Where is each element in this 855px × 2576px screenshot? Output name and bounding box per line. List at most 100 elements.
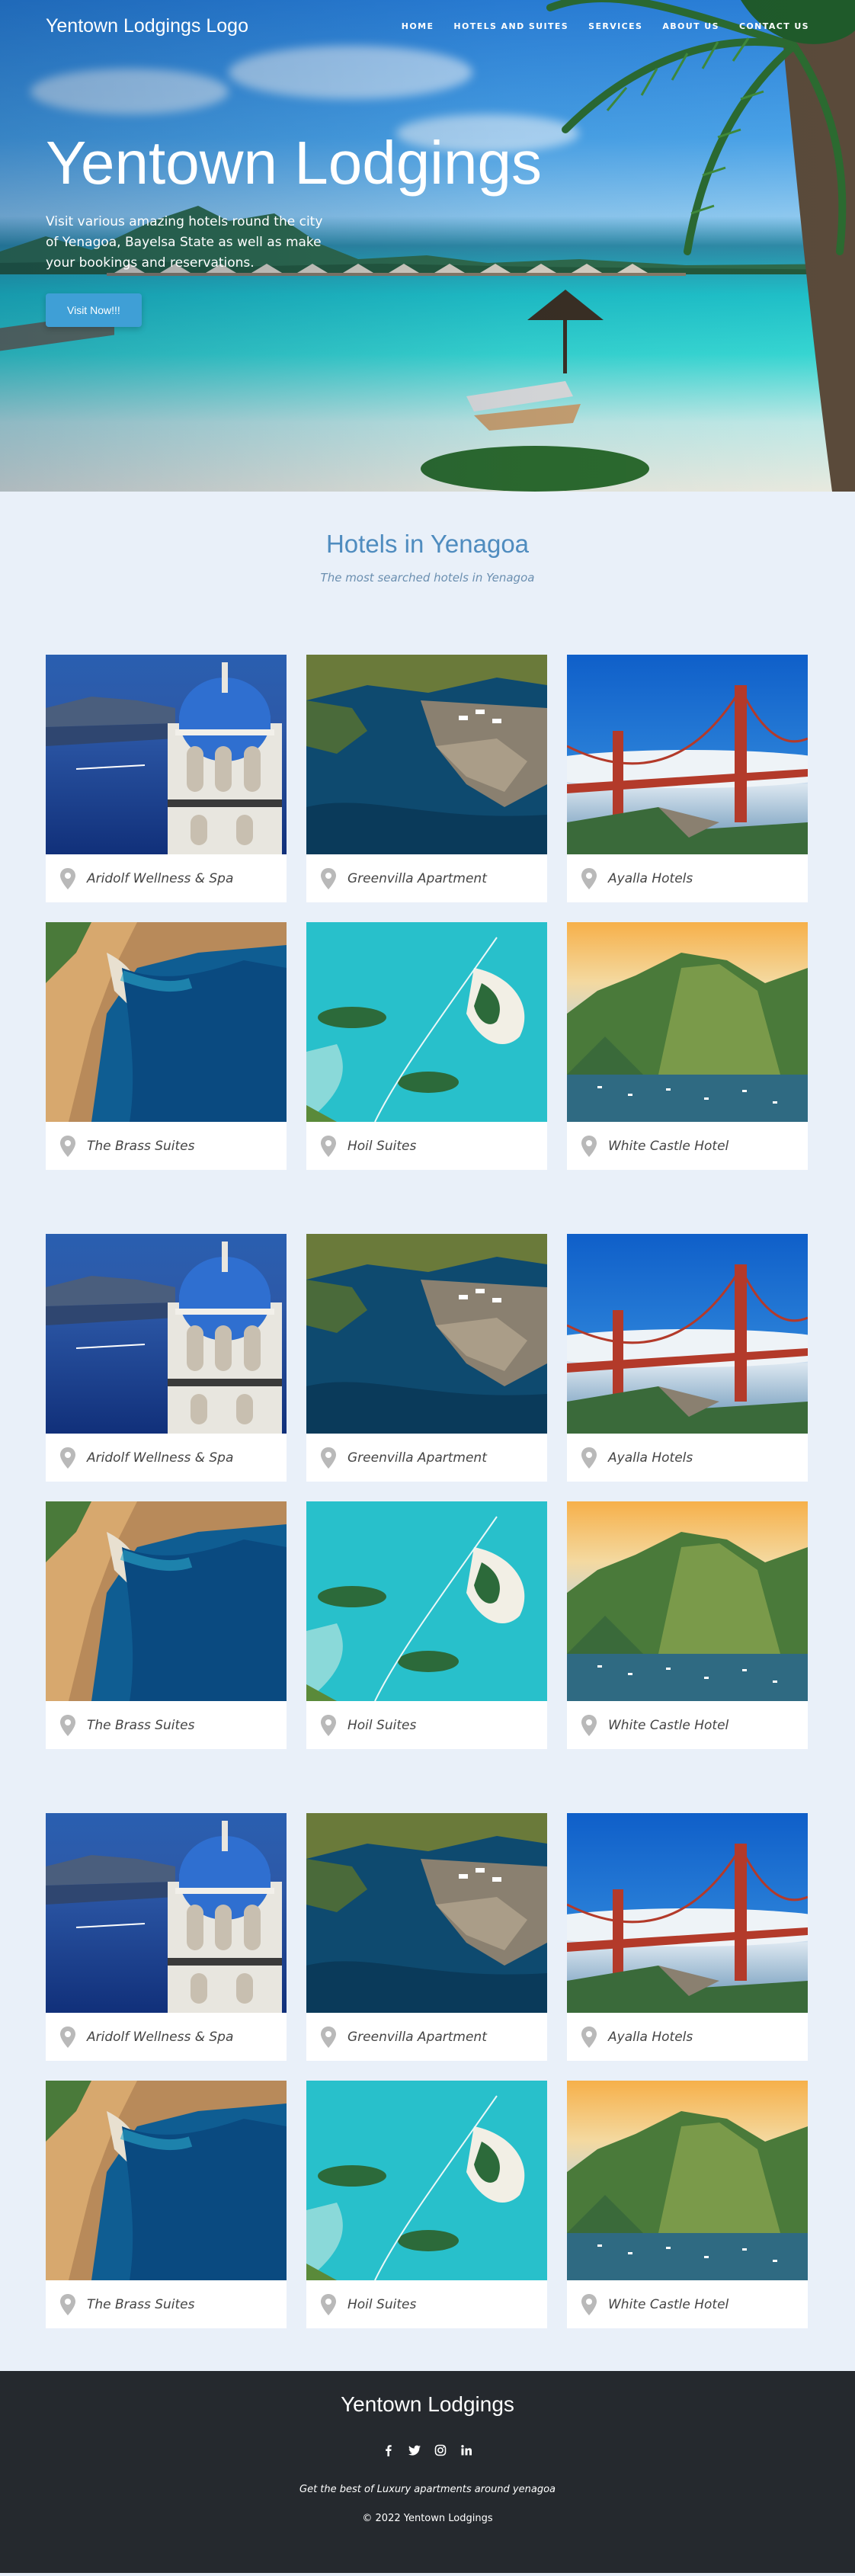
location-pin-icon — [59, 1135, 76, 1157]
hotel-group: Aridolf Wellness & Spa Greenvilla Apartm… — [46, 655, 809, 1170]
nav-menu: HOME HOTELS AND SUITES SERVICES ABOUT US… — [402, 21, 809, 31]
hotel-card[interactable]: White Castle Hotel — [567, 2081, 808, 2328]
hotel-card[interactable]: The Brass Suites — [46, 2081, 287, 2328]
hotel-name: The Brass Suites — [87, 2296, 195, 2312]
hotel-name: The Brass Suites — [87, 1717, 195, 1733]
hotel-card[interactable]: White Castle Hotel — [567, 922, 808, 1170]
site-logo[interactable]: Yentown Lodgings Logo — [46, 15, 248, 37]
hotel-photo — [46, 655, 287, 854]
hotel-card[interactable]: Ayalla Hotels — [567, 1234, 808, 1482]
hotel-card[interactable]: Aridolf Wellness & Spa — [46, 1234, 287, 1482]
hotel-name: Hoil Suites — [347, 1138, 417, 1154]
location-pin-icon — [59, 2026, 76, 2048]
location-pin-icon — [320, 1447, 337, 1469]
linkedin-icon[interactable] — [460, 2444, 472, 2456]
nav-link-about-us[interactable]: ABOUT US — [662, 21, 719, 31]
hotel-card[interactable]: Hoil Suites — [306, 1501, 547, 1749]
location-pin-icon — [581, 1714, 597, 1736]
hotel-card[interactable]: Hoil Suites — [306, 922, 547, 1170]
hotel-name: Greenvilla Apartment — [347, 2029, 487, 2045]
location-pin-icon — [59, 2293, 76, 2315]
hero-title: Yentown Lodgings — [46, 129, 542, 197]
footer-title: Yentown Lodgings — [341, 2392, 514, 2416]
footer-tagline: Get the best of Luxury apartments around… — [299, 2484, 556, 2495]
hotel-photo — [306, 1501, 547, 1701]
nav-link-home[interactable]: HOME — [402, 21, 434, 31]
hotel-photo — [567, 1234, 808, 1434]
facebook-icon[interactable] — [383, 2444, 395, 2456]
nav-link-hotels-and-suites[interactable]: HOTELS AND SUITES — [453, 21, 568, 31]
hotel-photo — [46, 1234, 287, 1434]
location-pin-icon — [320, 867, 337, 889]
hotel-photo — [306, 655, 547, 854]
hotel-card[interactable]: Ayalla Hotels — [567, 655, 808, 902]
location-pin-icon — [581, 1447, 597, 1469]
hotel-card[interactable]: White Castle Hotel — [567, 1501, 808, 1749]
location-pin-icon — [581, 867, 597, 889]
hotel-card[interactable]: The Brass Suites — [46, 922, 287, 1170]
nav-link-contact-us[interactable]: CONTACT US — [739, 21, 809, 31]
social-links — [0, 2444, 855, 2456]
hotel-name: Greenvilla Apartment — [347, 1450, 487, 1466]
location-pin-icon — [320, 1714, 337, 1736]
hotel-photo — [46, 2081, 287, 2280]
hotel-photo — [306, 2081, 547, 2280]
section-subtitle: The most searched hotels in Yenagoa — [320, 571, 535, 585]
hotel-photo — [306, 922, 547, 1122]
site-footer: Yentown Lodgings Get the best of Luxury … — [0, 2371, 855, 2573]
hotel-card[interactable]: The Brass Suites — [46, 1501, 287, 1749]
hero-content: Yentown Lodgings Visit various amazing h… — [46, 129, 542, 327]
hero-banner: Yentown Lodgings Logo HOME HOTELS AND SU… — [0, 0, 855, 492]
hotel-grid: Aridolf Wellness & Spa Greenvilla Apartm… — [46, 1813, 809, 2328]
footer-copyright: © 2022 Yentown Lodgings — [362, 2513, 493, 2524]
location-pin-icon — [59, 1714, 76, 1736]
hotel-card[interactable]: Aridolf Wellness & Spa — [46, 655, 287, 902]
location-pin-icon — [59, 867, 76, 889]
hotel-listings: Aridolf Wellness & Spa Greenvilla Apartm… — [0, 655, 855, 2328]
section-title: Hotels in Yenagoa — [325, 530, 530, 558]
hero-subtitle: Visit various amazing hotels round the c… — [46, 214, 323, 271]
hotel-name: White Castle Hotel — [608, 2296, 729, 2312]
hotel-card[interactable]: Ayalla Hotels — [567, 1813, 808, 2061]
hotel-group: Aridolf Wellness & Spa Greenvilla Apartm… — [46, 1234, 809, 1749]
hotel-photo — [567, 1501, 808, 1701]
hotel-card[interactable]: Aridolf Wellness & Spa — [46, 1813, 287, 2061]
hotel-card[interactable]: Greenvilla Apartment — [306, 1234, 547, 1482]
hotel-photo — [46, 922, 287, 1122]
hotels-section-header: Hotels in Yenagoa The most searched hote… — [0, 492, 855, 585]
hotel-photo — [306, 1234, 547, 1434]
hotel-name: Hoil Suites — [347, 1717, 417, 1733]
hotel-photo — [567, 655, 808, 854]
hotel-name: Aridolf Wellness & Spa — [87, 2029, 234, 2045]
location-pin-icon — [581, 2293, 597, 2315]
twitter-icon[interactable] — [408, 2444, 421, 2456]
hotel-group: Aridolf Wellness & Spa Greenvilla Apartm… — [46, 1813, 809, 2328]
location-pin-icon — [581, 1135, 597, 1157]
hotel-name: Hoil Suites — [347, 2296, 417, 2312]
location-pin-icon — [581, 2026, 597, 2048]
hotel-photo — [567, 922, 808, 1122]
hotel-grid: Aridolf Wellness & Spa Greenvilla Apartm… — [46, 655, 809, 1170]
hotel-photo — [306, 1813, 547, 2013]
nav-link-services[interactable]: SERVICES — [588, 21, 642, 31]
location-pin-icon — [320, 1135, 337, 1157]
hotel-card[interactable]: Greenvilla Apartment — [306, 655, 547, 902]
hotel-card[interactable]: Greenvilla Apartment — [306, 1813, 547, 2061]
hotel-card[interactable]: Hoil Suites — [306, 2081, 547, 2328]
hotel-name: White Castle Hotel — [608, 1138, 729, 1154]
hotel-name: Greenvilla Apartment — [347, 870, 487, 886]
location-pin-icon — [320, 2293, 337, 2315]
hotel-photo — [46, 1501, 287, 1701]
visit-now-button[interactable]: Visit Now!!! — [46, 293, 142, 327]
location-pin-icon — [59, 1447, 76, 1469]
hotel-name: The Brass Suites — [87, 1138, 195, 1154]
hotel-name: Aridolf Wellness & Spa — [87, 870, 234, 886]
instagram-icon[interactable] — [434, 2444, 447, 2456]
hotel-name: Ayalla Hotels — [608, 1450, 693, 1466]
hotel-photo — [46, 1813, 287, 2013]
hotel-grid: Aridolf Wellness & Spa Greenvilla Apartm… — [46, 1234, 809, 1749]
hotel-name: Ayalla Hotels — [608, 2029, 693, 2045]
hotel-name: White Castle Hotel — [608, 1717, 729, 1733]
hotel-name: Ayalla Hotels — [608, 870, 693, 886]
location-pin-icon — [320, 2026, 337, 2048]
